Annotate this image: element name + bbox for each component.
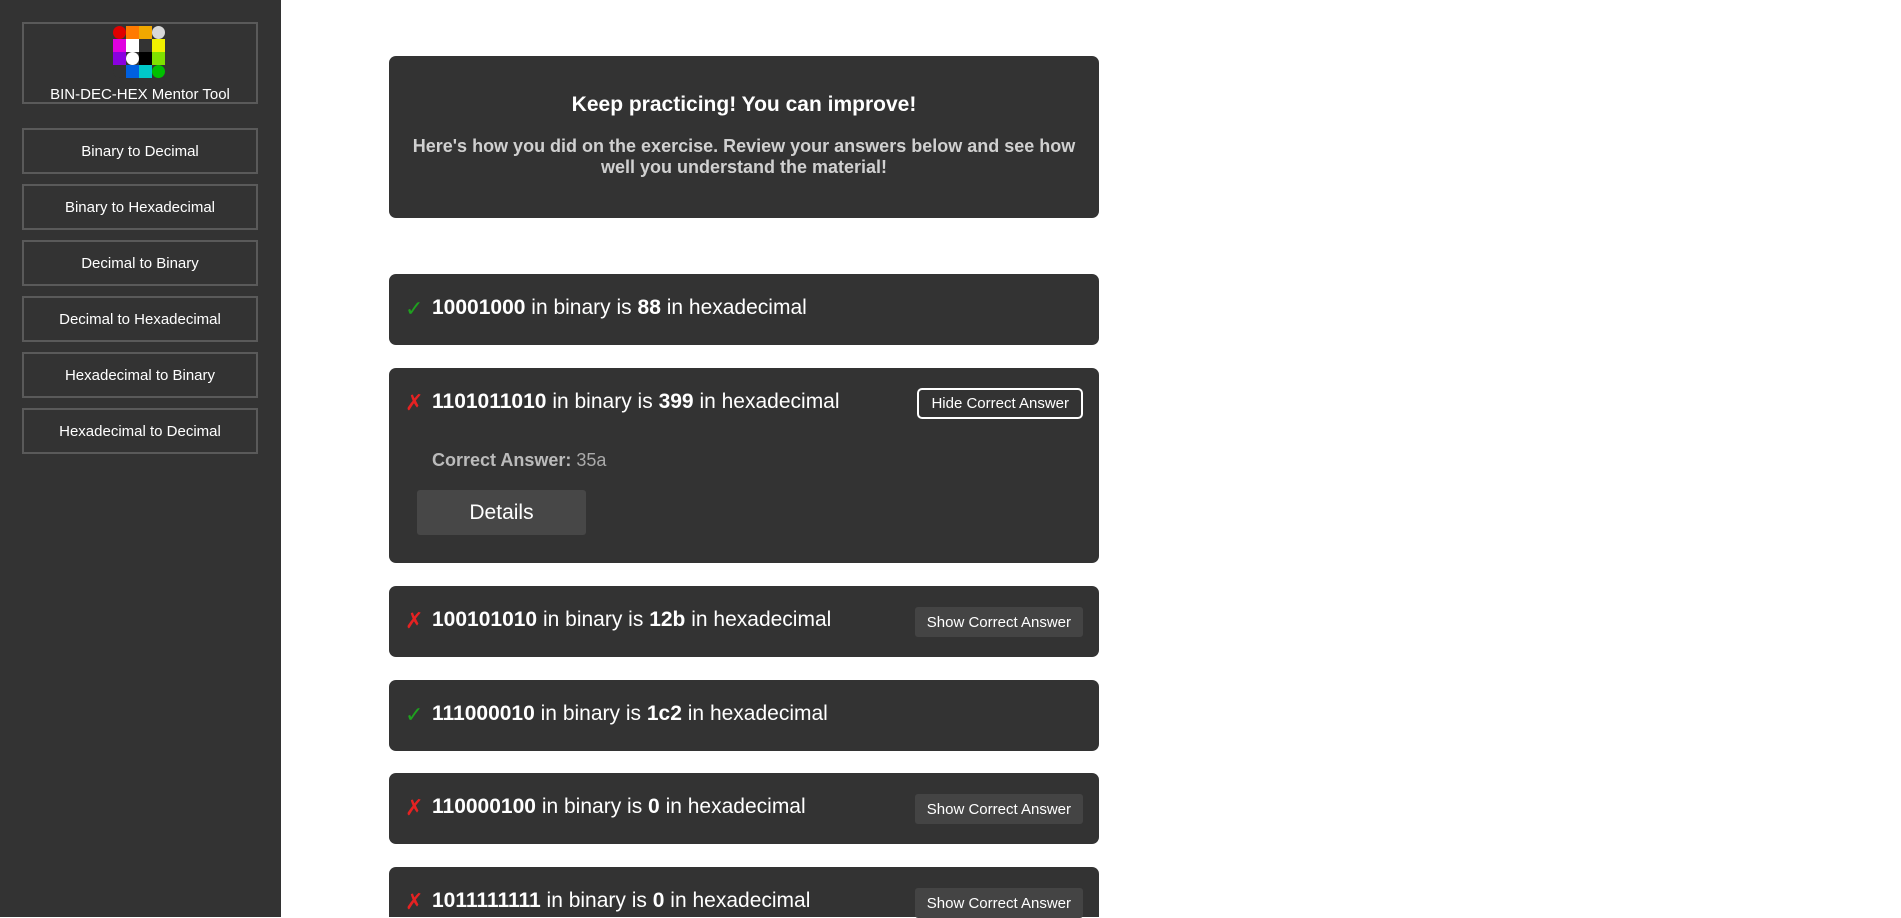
result-summary-panel: Keep practicing! You can improve! Here's…: [389, 56, 1099, 218]
details-button[interactable]: Details: [417, 490, 586, 535]
question-value: 100101010: [432, 608, 538, 631]
user-answer: 0: [652, 889, 665, 912]
logo-cell: [139, 39, 152, 52]
logo-cell: [113, 65, 126, 78]
logo-cell: [152, 52, 165, 65]
logo-cell: [139, 52, 152, 65]
show-correct-answer-button[interactable]: Show Correct Answer: [914, 607, 1083, 637]
question-mid: in binary is: [541, 795, 643, 818]
logo-cell: [152, 26, 165, 39]
nav-decimal-to-hexadecimal[interactable]: Decimal to Hexadecimal: [22, 296, 258, 342]
logo-cell: [139, 65, 152, 78]
question-end: in hexadecimal: [691, 608, 832, 631]
user-answer: 1c2: [646, 702, 682, 725]
result-subtitle: Here's how you did on the exercise. Revi…: [412, 136, 1076, 177]
correct-answer-value: 35a: [576, 450, 607, 470]
cross-icon: ✗: [405, 795, 424, 820]
cross-icon: ✗: [405, 608, 424, 633]
user-answer: 399: [658, 390, 694, 413]
question-mid: in binary is: [546, 889, 647, 912]
result-item: ✗ 110000100 in binary is 0 in hexadecima…: [389, 773, 1099, 844]
nav-binary-to-decimal[interactable]: Binary to Decimal: [22, 128, 258, 174]
question-mid: in binary is: [531, 296, 632, 319]
logo-cell: [126, 65, 139, 78]
logo-cell: [113, 39, 126, 52]
question-value: 1011111111: [432, 889, 541, 912]
hide-correct-answer-button[interactable]: Hide Correct Answer: [917, 388, 1083, 419]
question-text: 110000100 in binary is 0 in hexadecimal: [432, 795, 806, 819]
logo-cell: [152, 39, 165, 52]
question-text: 10001000 in binary is 88 in hexadecimal: [432, 296, 807, 320]
result-item: ✗ 1011111111 in binary is 0 in hexadecim…: [389, 867, 1099, 918]
checkmark-icon: ✓: [405, 296, 424, 321]
logo-cell: [126, 52, 139, 65]
question-mid: in binary is: [540, 702, 642, 725]
app-logo[interactable]: BIN-DEC-HEX Mentor Tool: [22, 22, 258, 104]
logo-cell: [113, 52, 126, 65]
cross-icon: ✗: [405, 390, 424, 415]
question-end: in hexadecimal: [699, 390, 840, 413]
user-answer: 88: [637, 296, 661, 319]
result-title: Keep practicing! You can improve!: [571, 93, 917, 116]
question-text: 1101011010 in binary is 399 in hexadecim…: [432, 390, 840, 414]
show-correct-answer-button[interactable]: Show Correct Answer: [914, 888, 1083, 918]
question-end: in hexadecimal: [666, 296, 807, 319]
question-mid: in binary is: [542, 608, 644, 631]
logo-cell: [113, 26, 126, 39]
question-text: 1011111111 in binary is 0 in hexadecimal: [432, 889, 810, 913]
question-value: 10001000: [432, 296, 526, 319]
logo-cell: [139, 26, 152, 39]
user-answer: 0: [648, 795, 660, 818]
cross-icon: ✗: [405, 889, 424, 914]
sidebar: BIN-DEC-HEX Mentor Tool Binary to Decima…: [0, 0, 281, 917]
question-value: 110000100: [432, 795, 536, 818]
question-end: in hexadecimal: [665, 795, 806, 818]
result-item: ✓ 111000010 in binary is 1c2 in hexadeci…: [389, 680, 1099, 751]
logo-cell: [152, 65, 165, 78]
result-item: ✗ 1101011010 in binary is 399 in hexadec…: [389, 368, 1099, 563]
question-end: in hexadecimal: [670, 889, 811, 912]
checkmark-icon: ✓: [405, 702, 424, 727]
logo-cell: [126, 39, 139, 52]
app-title: BIN-DEC-HEX Mentor Tool: [50, 86, 230, 103]
question-end: in hexadecimal: [687, 702, 828, 725]
nav-binary-to-hexadecimal[interactable]: Binary to Hexadecimal: [22, 184, 258, 230]
correct-answer-label: Correct Answer:: [432, 450, 572, 470]
question-text: 100101010 in binary is 12b in hexadecima…: [432, 608, 831, 632]
logo-cell: [126, 26, 139, 39]
user-answer: 12b: [649, 608, 686, 631]
nav-decimal-to-binary[interactable]: Decimal to Binary: [22, 240, 258, 286]
logo-color-grid-icon: [113, 26, 165, 78]
question-mid: in binary is: [552, 390, 653, 413]
question-value: 1101011010: [432, 390, 547, 413]
nav-hexadecimal-to-decimal[interactable]: Hexadecimal to Decimal: [22, 408, 258, 454]
question-value: 111000010: [432, 702, 535, 725]
question-text: 111000010 in binary is 1c2 in hexadecima…: [432, 702, 828, 726]
show-correct-answer-button[interactable]: Show Correct Answer: [914, 794, 1083, 824]
correct-answer-line: Correct Answer: 35a: [432, 450, 606, 471]
nav-hexadecimal-to-binary[interactable]: Hexadecimal to Binary: [22, 352, 258, 398]
result-item: ✓ 10001000 in binary is 88 in hexadecima…: [389, 274, 1099, 345]
result-item: ✗ 100101010 in binary is 12b in hexadeci…: [389, 586, 1099, 657]
